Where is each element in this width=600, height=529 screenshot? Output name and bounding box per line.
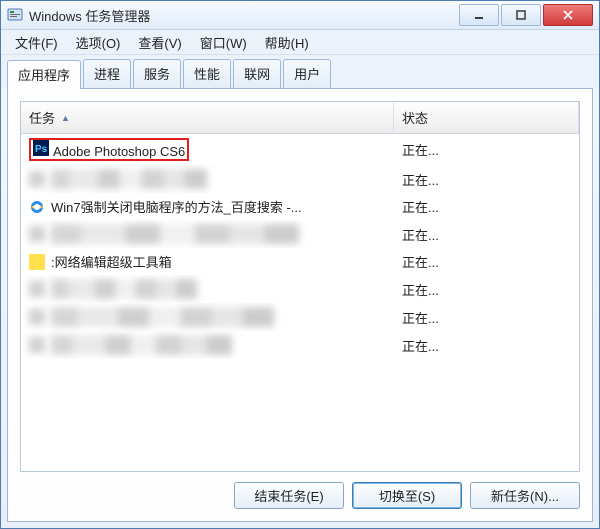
menu-file[interactable]: 文件(F) [7,31,66,54]
task-label: :网络编辑超级工具箱 [51,252,172,271]
task-cell [21,275,394,303]
table-row[interactable]: 正在... [21,220,579,248]
column-header-task[interactable]: 任务 ▲ [21,102,394,133]
blur-icon [29,171,45,187]
minimize-button[interactable] [459,4,499,26]
tab-applications[interactable]: 应用程序 [7,60,81,89]
tab-services[interactable]: 服务 [133,59,181,88]
listview-header: 任务 ▲ 状态 [21,102,579,134]
task-manager-window: Windows 任务管理器 文件(F) 选项(O) 查看(V) 窗口(W) 帮助… [0,0,600,529]
redacted-task-label [51,335,232,355]
task-cell: Win7强制关闭电脑程序的方法_百度搜索 -... [21,193,394,220]
task-cell [21,303,394,331]
window-title: Windows 任务管理器 [29,6,457,25]
new-task-button[interactable]: 新任务(N)... [470,482,580,509]
column-header-status[interactable]: 状态 [394,102,579,133]
status-cell: 正在... [394,332,579,359]
blur-icon [29,281,45,297]
svg-text:Ps: Ps [35,144,48,155]
menu-help[interactable]: 帮助(H) [257,31,317,54]
highlight-box: Ps Adobe Photoshop CS6 [29,138,189,161]
maximize-button[interactable] [501,4,541,26]
close-button[interactable] [543,4,593,26]
action-buttons: 结束任务(E) 切换至(S) 新任务(N)... [20,472,580,509]
table-row[interactable]: :网络编辑超级工具箱 正在... [21,248,579,275]
redacted-task-label [51,169,207,189]
table-row[interactable]: 正在... [21,303,579,331]
yellow-icon [29,254,45,270]
table-row[interactable]: 正在... [21,165,579,193]
status-cell: 正在... [394,248,579,275]
status-cell: 正在... [394,221,579,248]
ps-icon: Ps [33,140,49,156]
window-controls [457,4,593,26]
ie-icon [29,199,45,215]
task-cell [21,165,394,193]
menubar: 文件(F) 选项(O) 查看(V) 窗口(W) 帮助(H) [1,30,599,55]
menu-window[interactable]: 窗口(W) [192,31,255,54]
menu-view[interactable]: 查看(V) [130,31,189,54]
task-cell [21,220,394,248]
redacted-task-label [51,307,274,327]
tabstrip: 应用程序 进程 服务 性能 联网 用户 [1,55,599,88]
tab-processes[interactable]: 进程 [83,59,131,88]
blur-icon [29,309,45,325]
table-row[interactable]: 正在... [21,275,579,303]
table-row[interactable]: Ps Adobe Photoshop CS6 正在... [21,134,579,165]
switch-to-button[interactable]: 切换至(S) [352,482,462,509]
titlebar[interactable]: Windows 任务管理器 [1,1,599,30]
redacted-task-label [51,279,197,299]
table-row[interactable]: Win7强制关闭电脑程序的方法_百度搜索 -... 正在... [21,193,579,220]
status-cell: 正在... [394,276,579,303]
listview-body: PsAdobe Photoshop CS6正在...正在...Win7强制关闭电… [21,134,579,471]
applications-listview[interactable]: 任务 ▲ 状态 PsAdobe Photoshop CS6正在...正在...W… [20,101,580,472]
task-label: Adobe Photoshop CS6 [53,144,185,159]
status-cell: 正在... [394,193,579,220]
tab-network[interactable]: 联网 [233,59,281,88]
task-cell: Ps Adobe Photoshop CS6 [21,134,394,165]
status-cell: 正在... [394,136,579,163]
table-row[interactable]: 正在... [21,331,579,359]
tab-users[interactable]: 用户 [283,59,331,88]
blur-icon [29,226,45,242]
status-cell: 正在... [394,304,579,331]
redacted-task-label [51,224,299,244]
column-header-task-label: 任务 [29,108,55,127]
app-icon [7,7,23,23]
end-task-button[interactable]: 结束任务(E) [234,482,344,509]
blur-icon [29,337,45,353]
status-cell: 正在... [394,166,579,193]
sort-indicator-icon: ▲ [61,113,70,123]
menu-options[interactable]: 选项(O) [68,31,129,54]
task-cell [21,331,394,359]
task-cell: :网络编辑超级工具箱 [21,248,394,275]
task-label: Win7强制关闭电脑程序的方法_百度搜索 -... [51,197,302,216]
applications-panel: 任务 ▲ 状态 PsAdobe Photoshop CS6正在...正在...W… [7,88,593,522]
tab-performance[interactable]: 性能 [183,59,231,88]
